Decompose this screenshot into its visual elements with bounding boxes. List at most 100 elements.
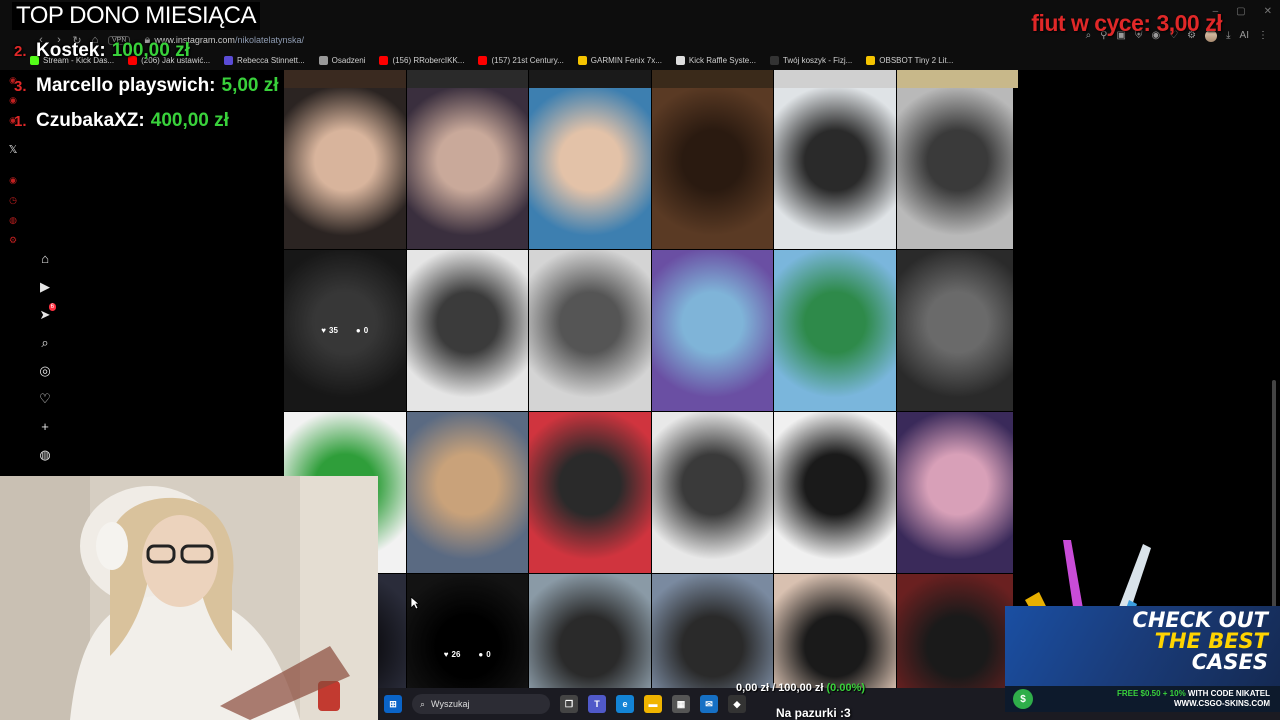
reels-icon[interactable]: ▶ [36,278,54,296]
post-thumbnail[interactable] [651,250,773,411]
download-icon[interactable]: ⤓ [1226,30,1230,42]
post-thumbnail[interactable] [284,70,406,88]
post-thumbnail[interactable] [896,574,1013,688]
comments-stat: ● 0 [355,326,369,335]
bookmark-item[interactable]: (156) RRobercIKK... [379,55,464,65]
post-thumbnail[interactable] [529,250,651,411]
start-icon[interactable]: ⊞ [384,695,402,713]
bookmark-item[interactable]: Kick Raffle Syste... [675,55,756,65]
post-thumbnail[interactable] [774,412,896,573]
taskbar-search[interactable]: ⌕ Wyszukaj [412,694,550,714]
post-thumbnail[interactable] [896,412,1013,573]
ai-button[interactable]: AI [1240,30,1249,42]
history-icon[interactable]: ◷ [8,195,18,205]
post-thumbnail[interactable] [406,412,528,573]
stream-screen: – ▢ ✕ ‹ › ↻ ⌂ VPN 🔒︎ www.instagram.com/n… [0,0,1280,720]
instagram-photo-grid: ♥ 35 ● 0 ♥ 26 ● 0 [284,88,1013,688]
donor-row: 1. CzubakaXZ: 400,00 zł [14,110,229,131]
comment-icon: ● [478,650,484,659]
post-thumbnail[interactable] [529,70,651,88]
edge-icon[interactable]: e [616,695,634,713]
maximize-icon[interactable]: ▢ [1236,6,1245,17]
menu-icon[interactable]: ⋮ [1258,30,1268,42]
comments-stat: ● 0 [478,650,491,659]
heart-icon: ♥ [321,326,327,335]
post-thumbnail[interactable]: ♥ 26 ● 0 [406,574,528,688]
bookmark-favicon-icon [577,55,587,65]
sidebar-play-icon[interactable]: ◉ [8,175,18,185]
post-thumbnail[interactable] [896,250,1013,411]
post-thumbnail[interactable] [651,574,773,688]
notifications-heart-icon[interactable]: ♡ [36,390,54,408]
profile-icon[interactable]: ◍ [36,446,54,464]
ad-headline: CHECK OUT THE BEST CASES [1132,608,1268,674]
task-view-icon[interactable]: ❐ [560,695,578,713]
messages-icon[interactable]: ➤ 6 [36,303,56,324]
settings-icon[interactable]: ⚙ [8,235,18,245]
store-icon[interactable]: ▦ [672,695,690,713]
donor-name: Marcello playswich: [36,75,216,96]
post-thumbnail[interactable] [529,412,651,573]
bookmark-item[interactable]: Osadzeni [318,55,365,65]
post-thumbnail[interactable] [774,574,896,688]
top-donors-title: TOP DONO MIESIĄCA [12,2,260,30]
likes-stat: ♥ 35 [321,326,338,335]
sidebar-chat-icon[interactable]: ◍ [8,215,18,225]
post-thumbnail[interactable] [651,88,773,249]
post-thumbnail[interactable] [406,250,528,411]
home-nav-icon[interactable]: ⌂ [36,250,54,268]
post-thumbnail[interactable] [651,70,773,88]
post-thumbnail[interactable] [896,70,1018,88]
file-explorer-icon[interactable]: ▬ [644,695,662,713]
likes-stat: ♥ 26 [443,650,461,659]
donor-row: 2. Kostek: 100,00 zł [14,40,190,61]
comment-icon: ● [355,326,361,335]
x-twitter-icon[interactable]: 𝕏 [8,145,18,156]
post-thumbnail[interactable] [406,88,528,249]
donor-row: 3. Marcello playswich: 5,00 zł [14,75,279,96]
mouse-cursor-icon [410,596,420,610]
teams-icon[interactable]: T [588,695,606,713]
mail-icon[interactable]: ✉ [700,695,718,713]
explore-icon[interactable]: ◎ [36,362,54,380]
post-thumbnail[interactable] [774,250,896,411]
post-stats-overlay: ♥ 26 ● 0 [406,574,528,688]
bookmark-item[interactable]: GARMIN Fenix 7x... [577,55,662,65]
donation-goal: fiut w cyce: 3,00 zł [1031,10,1222,36]
post-thumbnail[interactable] [774,70,896,88]
post-thumbnail[interactable] [651,412,773,573]
post-thumbnail[interactable] [774,88,896,249]
post-thumbnail[interactable] [529,574,651,688]
notification-badge: 6 [48,303,56,311]
close-icon[interactable]: ✕ [1264,6,1272,17]
post-stats-overlay: ♥ 35 ● 0 [284,250,406,411]
streamer-webcam-image [0,476,378,720]
bookmark-favicon-icon [379,55,389,65]
webcam-feed [0,476,378,720]
bookmark-favicon-icon [675,55,685,65]
post-thumbnail[interactable] [284,88,406,249]
donor-amount: 100,00 zł [111,40,190,61]
csgo-skins-logo-icon: $ [1013,689,1033,709]
post-thumbnail[interactable] [896,88,1013,249]
ad-promo-bar: $ FREE $0.50 + 10% WITH CODE NIKATEL WWW… [1005,686,1280,712]
bookmark-favicon-icon [769,55,779,65]
top-donors-list: 2. Kostek: 100,00 zł 3. Marcello playswi… [14,40,279,145]
create-icon[interactable]: + [36,418,54,436]
donor-name: Kostek: [36,40,106,61]
donor-name: CzubakaXZ: [36,110,145,131]
post-thumbnail[interactable]: ♥ 35 ● 0 [284,250,406,411]
post-thumbnail[interactable] [406,70,528,88]
post-thumbnail[interactable] [529,88,651,249]
bookmark-favicon-icon [866,55,876,65]
bookmark-item[interactable]: Twój koszyk - Fizj... [769,55,852,65]
csgo-skins-ad[interactable]: CHECK OUT THE BEST CASES $ FREE $0.50 + … [1005,540,1280,712]
bookmark-favicon-icon [478,55,488,65]
heart-icon: ♥ [443,650,449,659]
footer-overlay-text: Na pazurki :3 [776,706,851,720]
app-icon[interactable]: ◆ [728,695,746,713]
search-nav-icon[interactable]: ⌕ [36,334,54,352]
bookmark-item[interactable]: (157) 21st Century... [478,55,564,65]
donor-amount: 5,00 zł [221,75,279,96]
bookmark-item[interactable]: OBSBOT Tiny 2 Lit... [866,55,953,65]
